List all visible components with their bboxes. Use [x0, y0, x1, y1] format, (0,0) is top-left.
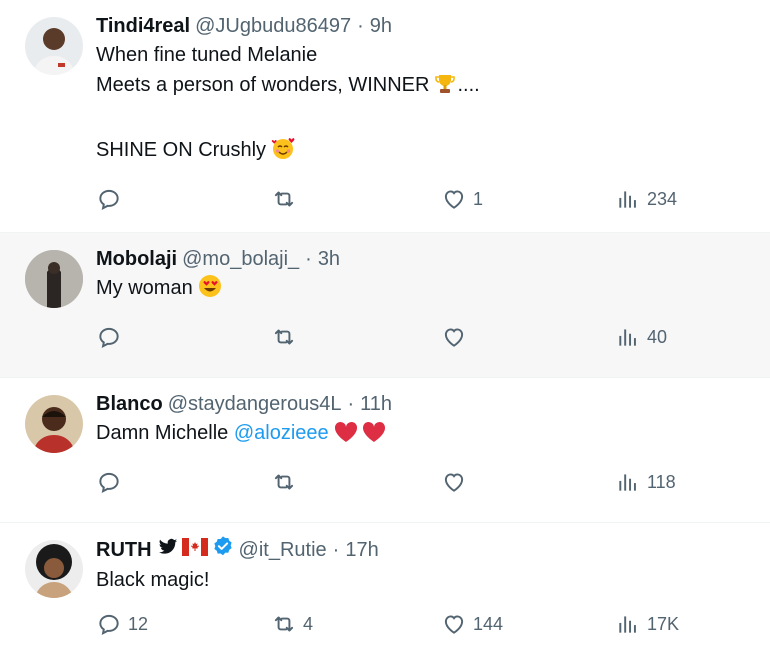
- reply-button[interactable]: [96, 186, 128, 212]
- reply-button[interactable]: 12: [96, 611, 148, 637]
- bird-icon: [158, 536, 178, 564]
- tweet-header: Blanco @staydangerous4L · 11h: [96, 390, 754, 418]
- canada-flag-icon: [181, 536, 208, 564]
- avatar[interactable]: [25, 540, 83, 598]
- retweet-icon: [271, 186, 297, 212]
- reply-button[interactable]: [96, 469, 128, 495]
- views-button[interactable]: 40: [615, 324, 667, 350]
- tweet-line-text: Meets a person of wonders, WINNER: [96, 74, 430, 96]
- display-name[interactable]: Blanco: [96, 390, 163, 418]
- view-count: 118: [647, 471, 676, 492]
- avatar[interactable]: [25, 395, 83, 453]
- views-button[interactable]: 118: [615, 469, 676, 495]
- tweet-header: Mobolaji @mo_bolaji_ · 3h: [96, 245, 754, 273]
- like-icon: [441, 186, 467, 212]
- separator-dot: ·: [305, 248, 312, 270]
- tweet-line: SHINE ON Crushly: [96, 135, 754, 170]
- tweet-actions: 12 4 144 17K: [96, 603, 754, 655]
- reply-feed: Tindi4real @JUgbudu86497 · 9h When fine …: [0, 0, 770, 657]
- views-icon: [615, 611, 641, 637]
- views-icon: [615, 469, 641, 495]
- tweet-text: Black magic!: [96, 565, 754, 595]
- timestamp[interactable]: 3h: [318, 245, 340, 273]
- timestamp[interactable]: 17h: [345, 536, 378, 564]
- tweet-line: Black magic!: [96, 569, 210, 591]
- like-icon: [441, 324, 467, 350]
- like-button[interactable]: [441, 324, 473, 350]
- like-icon: [441, 611, 467, 637]
- trophy-emoji: [433, 72, 457, 105]
- user-handle[interactable]: @it_Rutie: [239, 536, 327, 564]
- verified-icon[interactable]: [212, 535, 234, 565]
- tweet-line: Meets a person of wonders, WINNER....: [96, 70, 754, 105]
- reply-icon: [96, 611, 122, 637]
- separator-dot: ·: [357, 15, 364, 37]
- user-handle[interactable]: @staydangerous4L: [168, 390, 342, 418]
- tweet-header: RUTH @it_Rutie · 17h: [96, 535, 754, 565]
- retweet-button[interactable]: [271, 469, 303, 495]
- retweet-icon: [271, 324, 297, 350]
- retweet-icon: [271, 611, 297, 637]
- views-button[interactable]: 17K: [615, 611, 679, 637]
- like-button[interactable]: 1: [441, 186, 483, 212]
- view-count: 40: [647, 326, 668, 347]
- red-heart-emoji: [333, 420, 359, 453]
- views-icon: [615, 186, 641, 212]
- mention-link[interactable]: @alozieee: [234, 422, 329, 444]
- user-handle[interactable]: @JUgbudu86497: [195, 12, 351, 40]
- tweet-line-text: Damn Michelle: [96, 422, 229, 444]
- retweet-count: 4: [303, 613, 314, 634]
- tweet-ruth[interactable]: RUTH @it_Rutie · 17h Black magic! 12 4 1…: [0, 523, 770, 657]
- like-button[interactable]: [441, 469, 473, 495]
- like-button[interactable]: 144: [441, 611, 503, 637]
- views-icon: [615, 324, 641, 350]
- like-count: 1: [473, 188, 484, 209]
- reply-button[interactable]: [96, 324, 128, 350]
- separator-dot: ·: [332, 539, 340, 561]
- tweet-actions: 1 234: [96, 178, 754, 230]
- tweet-header: Tindi4real @JUgbudu86497 · 9h: [96, 12, 754, 40]
- reply-count: 12: [128, 613, 149, 634]
- tweet-blanco[interactable]: Blanco @staydangerous4L · 11h Damn Miche…: [0, 378, 770, 523]
- tweet-mobolaji[interactable]: Mobolaji @mo_bolaji_ · 3h My woman 40: [0, 233, 770, 378]
- display-name[interactable]: Mobolaji: [96, 245, 177, 273]
- display-name[interactable]: RUTH: [96, 536, 152, 564]
- display-name[interactable]: Tindi4real: [96, 12, 190, 40]
- user-handle[interactable]: @mo_bolaji_: [182, 245, 299, 273]
- tweet-actions: 40: [96, 316, 754, 368]
- tweet-text: My woman: [96, 273, 754, 308]
- tweet-text: Damn Michelle @alozieee: [96, 418, 754, 453]
- timestamp[interactable]: 11h: [360, 390, 392, 418]
- tweet-line: My woman: [96, 273, 754, 308]
- like-icon: [441, 469, 467, 495]
- view-count: 234: [647, 188, 678, 209]
- timestamp[interactable]: 9h: [370, 12, 392, 40]
- tweet-line-text: SHINE ON Crushly: [96, 139, 267, 161]
- avatar[interactable]: [25, 250, 83, 308]
- reply-icon: [96, 469, 122, 495]
- avatar[interactable]: [25, 17, 83, 75]
- tweet-line: When fine tuned Melanie: [96, 44, 318, 66]
- tweet-text: When fine tuned Melanie Meets a person o…: [96, 40, 754, 170]
- tweet-line-text: My woman: [96, 277, 193, 299]
- view-count: 17K: [647, 613, 680, 634]
- ellipsis: ....: [457, 74, 480, 96]
- retweet-button[interactable]: 4: [271, 611, 313, 637]
- tweet-line: Damn Michelle @alozieee: [96, 418, 754, 453]
- heart-eyes-emoji: [197, 273, 223, 308]
- tweet-tindi4real[interactable]: Tindi4real @JUgbudu86497 · 9h When fine …: [0, 0, 770, 233]
- reply-icon: [96, 186, 122, 212]
- retweet-icon: [271, 469, 297, 495]
- retweet-button[interactable]: [271, 186, 303, 212]
- views-button[interactable]: 234: [615, 186, 677, 212]
- tweet-actions: 118: [96, 461, 754, 513]
- smiling-hearts-emoji: [270, 135, 296, 170]
- separator-dot: ·: [347, 393, 355, 415]
- like-count: 144: [473, 613, 504, 634]
- retweet-button[interactable]: [271, 324, 303, 350]
- red-heart-emoji: [361, 420, 387, 453]
- reply-icon: [96, 324, 122, 350]
